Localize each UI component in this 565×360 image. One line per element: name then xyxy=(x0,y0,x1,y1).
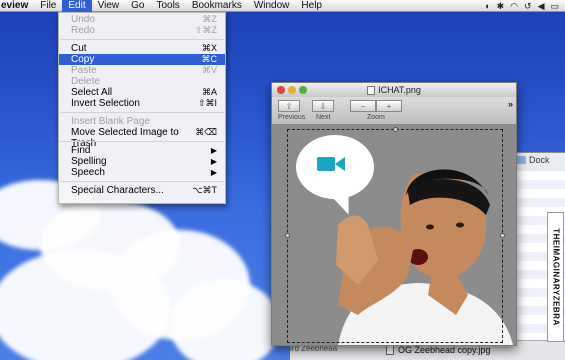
menu-item-delete[interactable]: Delete xyxy=(59,76,225,87)
submenu-arrow-icon: ▶ xyxy=(210,157,217,166)
menu-item-redo[interactable]: Redo ⇧⌘Z xyxy=(59,25,225,36)
menu-go[interactable]: Go xyxy=(125,0,150,12)
window-title: ICHAT.png xyxy=(367,85,421,95)
minimize-button[interactable] xyxy=(288,86,296,94)
menu-item-move-to-trash[interactable]: Move Selected Image to Trash ⌘⌫ xyxy=(59,127,225,149)
status-icons: ◐ ✱ ◠ ↺ ◀ ▭ xyxy=(485,0,559,12)
menu-window[interactable]: Window xyxy=(248,0,296,12)
battery-icon[interactable]: ▭ xyxy=(550,0,559,12)
menu-bar: eview File Edit View Go Tools Bookmarks … xyxy=(0,0,565,12)
menu-separator xyxy=(59,109,225,116)
selection-handle[interactable] xyxy=(500,233,505,238)
close-button[interactable] xyxy=(277,86,285,94)
sync-icon[interactable]: ◐ xyxy=(485,0,490,12)
jpg-file-icon xyxy=(386,345,394,355)
preview-window: ICHAT.png ⇧ ⇩ Previous Next − + Zoom » xyxy=(271,82,517,346)
time-machine-icon[interactable]: ↺ xyxy=(524,0,532,12)
menu-item-special-characters[interactable]: Special Characters... ⌥⌘T xyxy=(59,185,225,196)
zoom-in-button[interactable]: + xyxy=(376,100,402,112)
menu-item-insert-blank-page[interactable]: Insert Blank Page xyxy=(59,116,225,127)
toolbar: ⇧ ⇩ Previous Next − + Zoom » xyxy=(272,97,516,125)
menu-item-cut[interactable]: Cut ⌘X xyxy=(59,43,225,54)
selection-handle[interactable] xyxy=(393,127,398,132)
submenu-arrow-icon: ▶ xyxy=(210,146,217,155)
menu-item-paste[interactable]: Paste ⌘V xyxy=(59,65,225,76)
watermark: THEIMAGINARYZEBRA xyxy=(547,212,564,342)
menu-item-copy[interactable]: Copy ⌘C xyxy=(59,54,225,65)
up-arrow-icon: ⇧ xyxy=(285,101,293,111)
menu-edit[interactable]: Edit xyxy=(62,0,92,12)
zoom-out-button[interactable]: − xyxy=(350,100,376,112)
submenu-arrow-icon: ▶ xyxy=(210,168,217,177)
folder-icon xyxy=(516,156,526,164)
finder-tab[interactable]: Dock xyxy=(516,155,550,165)
edit-menu: Undo ⌘Z Redo ⇧⌘Z Cut ⌘X Copy ⌘C Paste ⌘V Dele… xyxy=(58,12,226,204)
menu-item-spelling[interactable]: Spelling ▶ xyxy=(59,156,225,167)
toolbar-overflow-button[interactable]: » xyxy=(508,99,513,109)
wifi-icon[interactable]: ◠ xyxy=(510,0,518,12)
menu-separator xyxy=(59,36,225,43)
previous-button[interactable]: ⇧ xyxy=(278,100,300,112)
menu-item-speech[interactable]: Speech ▶ xyxy=(59,167,225,178)
bluetooth-icon[interactable]: ✱ xyxy=(497,0,505,12)
menu-item-find[interactable]: Find ▶ xyxy=(59,145,225,156)
selection-rectangle[interactable] xyxy=(285,127,505,343)
zoom-button[interactable] xyxy=(299,86,307,94)
menu-view[interactable]: View xyxy=(92,0,126,12)
previous-label: Previous xyxy=(278,114,306,121)
png-file-icon xyxy=(367,85,376,95)
next-label: Next xyxy=(316,114,331,121)
menu-item-select-all[interactable]: Select All ⌘A xyxy=(59,87,225,98)
image-canvas[interactable] xyxy=(272,125,516,345)
menu-app[interactable]: eview xyxy=(0,0,34,12)
menu-bookmarks[interactable]: Bookmarks xyxy=(186,0,248,12)
file-item[interactable]: OG Zeebhead copy.jpg xyxy=(386,345,490,355)
menu-item-invert-selection[interactable]: Invert Selection ⇧⌘I xyxy=(59,98,225,109)
down-arrow-icon: ⇩ xyxy=(319,101,327,111)
menu-separator xyxy=(59,138,225,145)
next-button[interactable]: ⇩ xyxy=(312,100,334,112)
selection-handle[interactable] xyxy=(285,233,290,238)
menu-separator xyxy=(59,178,225,185)
title-bar[interactable]: ICHAT.png xyxy=(272,83,516,97)
menu-item-undo[interactable]: Undo ⌘Z xyxy=(59,14,225,25)
menu-help[interactable]: Help xyxy=(295,0,328,12)
menu-tools[interactable]: Tools xyxy=(150,0,185,12)
menu-file[interactable]: File xyxy=(34,0,62,12)
zoom-label: Zoom xyxy=(367,114,385,121)
volume-icon[interactable]: ◀ xyxy=(538,0,545,12)
